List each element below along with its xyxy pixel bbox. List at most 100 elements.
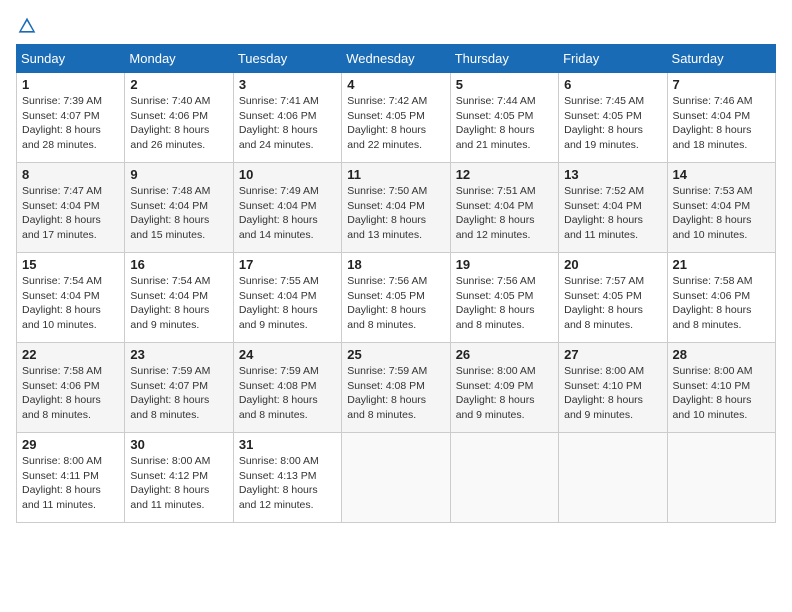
day-number: 7: [673, 77, 770, 92]
calendar-cell: 21 Sunrise: 7:58 AM Sunset: 4:06 PM Dayl…: [667, 253, 775, 343]
day-number: 24: [239, 347, 336, 362]
day-info: Sunrise: 7:49 AM Sunset: 4:04 PM Dayligh…: [239, 184, 336, 243]
calendar-cell: 22 Sunrise: 7:58 AM Sunset: 4:06 PM Dayl…: [17, 343, 125, 433]
calendar-cell: 14 Sunrise: 7:53 AM Sunset: 4:04 PM Dayl…: [667, 163, 775, 253]
day-info: Sunrise: 7:56 AM Sunset: 4:05 PM Dayligh…: [456, 274, 553, 333]
calendar-cell: 18 Sunrise: 7:56 AM Sunset: 4:05 PM Dayl…: [342, 253, 450, 343]
day-info: Sunrise: 8:00 AM Sunset: 4:09 PM Dayligh…: [456, 364, 553, 423]
calendar-cell: 16 Sunrise: 7:54 AM Sunset: 4:04 PM Dayl…: [125, 253, 233, 343]
calendar-cell: 1 Sunrise: 7:39 AM Sunset: 4:07 PM Dayli…: [17, 73, 125, 163]
day-number: 19: [456, 257, 553, 272]
calendar-cell: 17 Sunrise: 7:55 AM Sunset: 4:04 PM Dayl…: [233, 253, 341, 343]
day-number: 31: [239, 437, 336, 452]
day-info: Sunrise: 8:00 AM Sunset: 4:12 PM Dayligh…: [130, 454, 227, 513]
day-number: 3: [239, 77, 336, 92]
day-number: 30: [130, 437, 227, 452]
weekday-header-thursday: Thursday: [450, 45, 558, 73]
day-info: Sunrise: 7:40 AM Sunset: 4:06 PM Dayligh…: [130, 94, 227, 153]
day-info: Sunrise: 7:51 AM Sunset: 4:04 PM Dayligh…: [456, 184, 553, 243]
day-number: 28: [673, 347, 770, 362]
day-info: Sunrise: 7:58 AM Sunset: 4:06 PM Dayligh…: [673, 274, 770, 333]
day-info: Sunrise: 7:55 AM Sunset: 4:04 PM Dayligh…: [239, 274, 336, 333]
calendar-cell: 23 Sunrise: 7:59 AM Sunset: 4:07 PM Dayl…: [125, 343, 233, 433]
calendar-cell: 25 Sunrise: 7:59 AM Sunset: 4:08 PM Dayl…: [342, 343, 450, 433]
calendar-cell: 26 Sunrise: 8:00 AM Sunset: 4:09 PM Dayl…: [450, 343, 558, 433]
day-number: 6: [564, 77, 661, 92]
logo: [16, 16, 38, 36]
day-number: 16: [130, 257, 227, 272]
day-info: Sunrise: 8:00 AM Sunset: 4:13 PM Dayligh…: [239, 454, 336, 513]
calendar-cell: 28 Sunrise: 8:00 AM Sunset: 4:10 PM Dayl…: [667, 343, 775, 433]
day-info: Sunrise: 7:48 AM Sunset: 4:04 PM Dayligh…: [130, 184, 227, 243]
calendar-cell: 2 Sunrise: 7:40 AM Sunset: 4:06 PM Dayli…: [125, 73, 233, 163]
calendar-cell: 4 Sunrise: 7:42 AM Sunset: 4:05 PM Dayli…: [342, 73, 450, 163]
calendar-cell: 15 Sunrise: 7:54 AM Sunset: 4:04 PM Dayl…: [17, 253, 125, 343]
day-number: 5: [456, 77, 553, 92]
day-info: Sunrise: 8:00 AM Sunset: 4:10 PM Dayligh…: [564, 364, 661, 423]
day-info: Sunrise: 7:50 AM Sunset: 4:04 PM Dayligh…: [347, 184, 444, 243]
day-info: Sunrise: 7:47 AM Sunset: 4:04 PM Dayligh…: [22, 184, 119, 243]
calendar-week-5: 29 Sunrise: 8:00 AM Sunset: 4:11 PM Dayl…: [17, 433, 776, 523]
day-number: 21: [673, 257, 770, 272]
day-info: Sunrise: 8:00 AM Sunset: 4:10 PM Dayligh…: [673, 364, 770, 423]
day-number: 10: [239, 167, 336, 182]
calendar-cell: 13 Sunrise: 7:52 AM Sunset: 4:04 PM Dayl…: [559, 163, 667, 253]
day-info: Sunrise: 8:00 AM Sunset: 4:11 PM Dayligh…: [22, 454, 119, 513]
calendar-cell: 9 Sunrise: 7:48 AM Sunset: 4:04 PM Dayli…: [125, 163, 233, 253]
calendar-cell: 20 Sunrise: 7:57 AM Sunset: 4:05 PM Dayl…: [559, 253, 667, 343]
calendar-cell: 12 Sunrise: 7:51 AM Sunset: 4:04 PM Dayl…: [450, 163, 558, 253]
day-number: 22: [22, 347, 119, 362]
day-number: 29: [22, 437, 119, 452]
calendar-cell: 31 Sunrise: 8:00 AM Sunset: 4:13 PM Dayl…: [233, 433, 341, 523]
day-number: 8: [22, 167, 119, 182]
day-info: Sunrise: 7:53 AM Sunset: 4:04 PM Dayligh…: [673, 184, 770, 243]
day-number: 12: [456, 167, 553, 182]
day-info: Sunrise: 7:39 AM Sunset: 4:07 PM Dayligh…: [22, 94, 119, 153]
day-number: 11: [347, 167, 444, 182]
day-number: 18: [347, 257, 444, 272]
calendar-cell: 8 Sunrise: 7:47 AM Sunset: 4:04 PM Dayli…: [17, 163, 125, 253]
calendar-cell: 11 Sunrise: 7:50 AM Sunset: 4:04 PM Dayl…: [342, 163, 450, 253]
weekday-header-saturday: Saturday: [667, 45, 775, 73]
day-info: Sunrise: 7:59 AM Sunset: 4:07 PM Dayligh…: [130, 364, 227, 423]
calendar-cell: 10 Sunrise: 7:49 AM Sunset: 4:04 PM Dayl…: [233, 163, 341, 253]
day-number: 17: [239, 257, 336, 272]
day-number: 2: [130, 77, 227, 92]
day-number: 9: [130, 167, 227, 182]
day-info: Sunrise: 7:59 AM Sunset: 4:08 PM Dayligh…: [239, 364, 336, 423]
day-info: Sunrise: 7:54 AM Sunset: 4:04 PM Dayligh…: [130, 274, 227, 333]
day-info: Sunrise: 7:54 AM Sunset: 4:04 PM Dayligh…: [22, 274, 119, 333]
calendar-cell: [450, 433, 558, 523]
calendar-cell: 19 Sunrise: 7:56 AM Sunset: 4:05 PM Dayl…: [450, 253, 558, 343]
day-number: 27: [564, 347, 661, 362]
day-number: 26: [456, 347, 553, 362]
day-number: 14: [673, 167, 770, 182]
day-number: 1: [22, 77, 119, 92]
calendar-cell: 27 Sunrise: 8:00 AM Sunset: 4:10 PM Dayl…: [559, 343, 667, 433]
day-info: Sunrise: 7:59 AM Sunset: 4:08 PM Dayligh…: [347, 364, 444, 423]
weekday-header-sunday: Sunday: [17, 45, 125, 73]
calendar-cell: 5 Sunrise: 7:44 AM Sunset: 4:05 PM Dayli…: [450, 73, 558, 163]
calendar-cell: 6 Sunrise: 7:45 AM Sunset: 4:05 PM Dayli…: [559, 73, 667, 163]
calendar-cell: [667, 433, 775, 523]
page-header: [16, 16, 776, 36]
calendar-week-4: 22 Sunrise: 7:58 AM Sunset: 4:06 PM Dayl…: [17, 343, 776, 433]
calendar-week-2: 8 Sunrise: 7:47 AM Sunset: 4:04 PM Dayli…: [17, 163, 776, 253]
day-info: Sunrise: 7:44 AM Sunset: 4:05 PM Dayligh…: [456, 94, 553, 153]
day-info: Sunrise: 7:57 AM Sunset: 4:05 PM Dayligh…: [564, 274, 661, 333]
calendar-cell: 30 Sunrise: 8:00 AM Sunset: 4:12 PM Dayl…: [125, 433, 233, 523]
weekday-header-monday: Monday: [125, 45, 233, 73]
weekday-header-wednesday: Wednesday: [342, 45, 450, 73]
day-info: Sunrise: 7:58 AM Sunset: 4:06 PM Dayligh…: [22, 364, 119, 423]
calendar-table: SundayMondayTuesdayWednesdayThursdayFrid…: [16, 44, 776, 523]
day-number: 25: [347, 347, 444, 362]
calendar-cell: [559, 433, 667, 523]
calendar-cell: [342, 433, 450, 523]
calendar-week-3: 15 Sunrise: 7:54 AM Sunset: 4:04 PM Dayl…: [17, 253, 776, 343]
day-info: Sunrise: 7:56 AM Sunset: 4:05 PM Dayligh…: [347, 274, 444, 333]
weekday-header-friday: Friday: [559, 45, 667, 73]
day-number: 4: [347, 77, 444, 92]
day-info: Sunrise: 7:46 AM Sunset: 4:04 PM Dayligh…: [673, 94, 770, 153]
day-number: 13: [564, 167, 661, 182]
day-number: 15: [22, 257, 119, 272]
